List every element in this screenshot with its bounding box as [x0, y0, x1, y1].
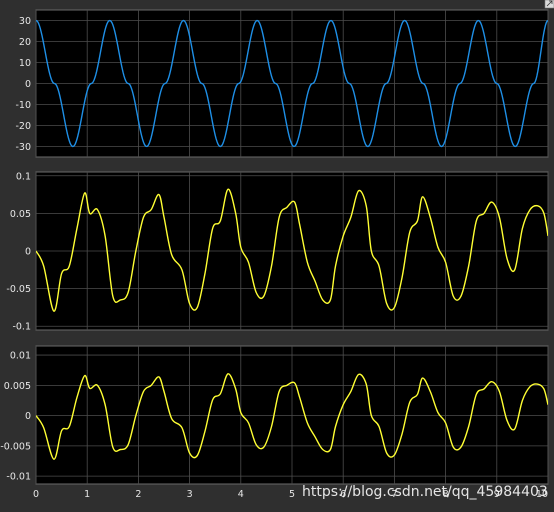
scope-axes-3: -0.01-0.00500.0050.010 1 2 3 4 5 6 7 8 9 10	[0, 345, 549, 500]
y-tick-label: -0.1	[12, 322, 31, 333]
scope-axes-2: -0.1 -0.05 0 0.05 0.1	[6, 171, 549, 333]
x-tick-label: 5	[289, 489, 295, 500]
y-tick-label: -0.05	[6, 284, 31, 295]
y-tick-label: 20	[19, 37, 31, 48]
x-tick-label: 3	[187, 489, 193, 500]
y-tick-label: 0	[25, 79, 31, 90]
y-tick-label: 10	[19, 58, 31, 69]
watermark-text: https://blog.csdn.net/qq_45984403	[302, 484, 548, 500]
y-tick-label: 0.01	[10, 351, 31, 362]
y-tick-label: 0.05	[10, 209, 31, 220]
y-tick-label: 30	[19, 16, 31, 27]
y-tick-label: 0.1	[16, 171, 31, 182]
y-tick-label: 0.005	[4, 381, 31, 392]
x-tick-label: 1	[84, 489, 90, 500]
y-tick-label: -0.01	[6, 472, 31, 483]
y-tick-label: -10	[15, 100, 31, 111]
x-tick-label: 4	[238, 489, 244, 500]
y-tick-label: -0.005	[0, 441, 31, 452]
scope-figure: -30 -20 -10 0 10 20 30 -0.1 -0.05 0 0.05 0.1 -0.01 -0…	[0, 0, 554, 508]
y-tick-label: -30	[15, 142, 31, 153]
x-tick-label: 0	[33, 489, 39, 500]
y-tick-label: -20	[15, 121, 31, 132]
scope-axes-1: -30 -20 -10 0 10 20 30	[15, 9, 549, 158]
y-tick-label: 0	[25, 411, 31, 422]
y-tick-label: 0	[25, 247, 31, 258]
scope-canvas: -30-20-100102030-0.1-0.0500.050.1-0.01-0…	[0, 0, 554, 508]
x-tick-label: 2	[135, 489, 141, 500]
maximize-corner-icon[interactable]	[544, 0, 554, 9]
